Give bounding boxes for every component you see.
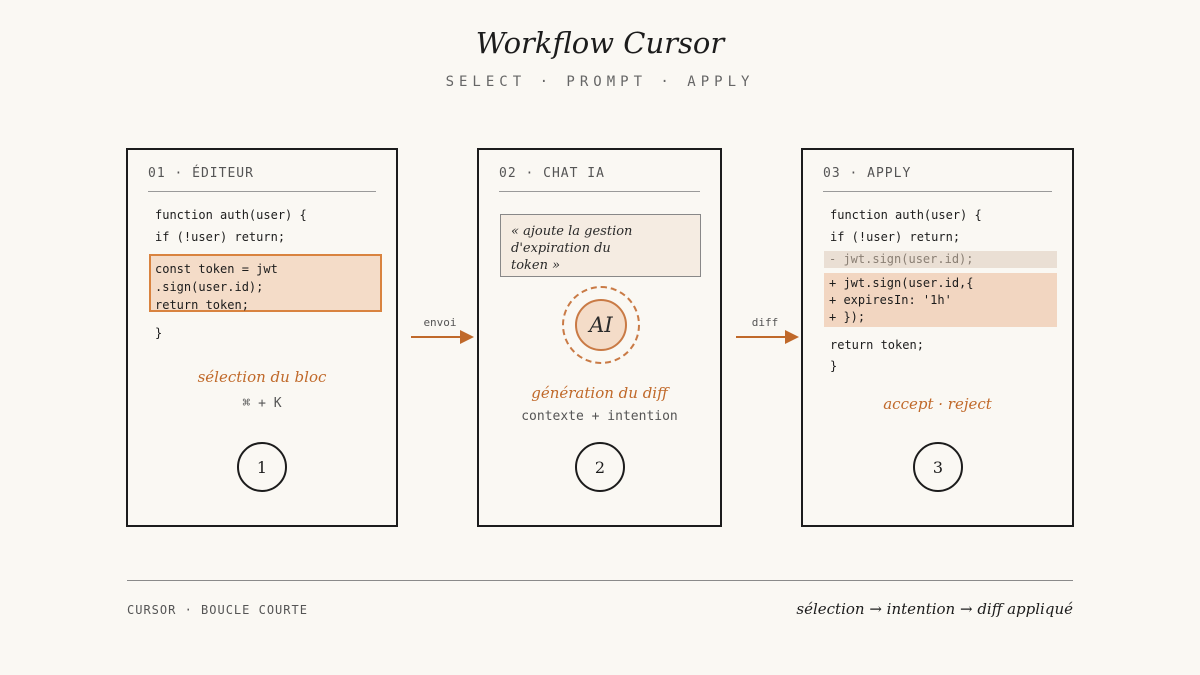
card-header: 01 · ÉDITEUR [148,166,376,192]
arrow-right-icon [411,330,474,344]
code-line: .sign(user.id); [155,280,264,294]
arrow-right-icon [736,330,799,344]
selected-code-block[interactable]: const token = jwt .sign(user.id); return… [149,254,382,312]
code-line: const token = jwt [155,262,278,276]
code-line: + jwt.sign(user.id,{ [829,276,974,290]
prompt-line: d'expiration du [511,241,611,256]
arrow-label: envoi [423,316,457,329]
diff-removed-line: - jwt.sign(user.id); [824,251,1057,268]
code-line: if (!user) return; [830,230,961,244]
page-subtitle: SELECT · PROMPT · APPLY [445,74,755,90]
step-card-apply: 03 · APPLY function auth(user) { if (!us… [801,148,1074,527]
keyboard-shortcut: ⌘ + K [242,396,282,411]
step-number: 3 [913,442,963,492]
code-line: } [155,326,163,340]
step-number: 2 [575,442,625,492]
card-header: 02 · CHAT IA [499,166,700,192]
step-number: 1 [237,442,287,492]
step-caption: sélection du bloc [197,368,327,386]
footer-label: CURSOR · BOUCLE COURTE [127,603,308,617]
ai-icon: AI [575,299,627,351]
prompt-line: « ajoute la gestion [511,224,633,239]
code-line: + }); [829,310,866,324]
code-line: } [830,359,838,373]
code-line: return token; [830,338,924,352]
code-line: function auth(user) { [155,208,307,222]
footer-summary: sélection → intention → diff appliqué [796,600,1073,618]
code-line: return token; [155,298,249,312]
card-header: 03 · APPLY [823,166,1052,192]
page-title: Workflow Cursor [475,26,725,60]
footer-divider [127,580,1073,581]
accept-reject-actions[interactable]: accept · reject [803,395,1072,413]
step-sub-caption: contexte + intention [521,409,678,424]
code-line: if (!user) return; [155,230,286,244]
step-card-editor: 01 · ÉDITEUR function auth(user) { if (!… [126,148,398,527]
code-line: + expiresIn: '1h' [829,293,952,307]
step-caption: génération du diff [531,384,668,402]
prompt-line: token » [511,258,561,273]
prompt-input[interactable]: « ajoute la gestion d'expiration du toke… [500,214,701,277]
code-line: function auth(user) { [830,208,982,222]
step-card-chat: 02 · CHAT IA « ajoute la gestion d'expir… [477,148,722,527]
diff-added-block: + jwt.sign(user.id,{ + expiresIn: '1h' +… [824,273,1057,327]
arrow-label: diff [751,316,779,329]
